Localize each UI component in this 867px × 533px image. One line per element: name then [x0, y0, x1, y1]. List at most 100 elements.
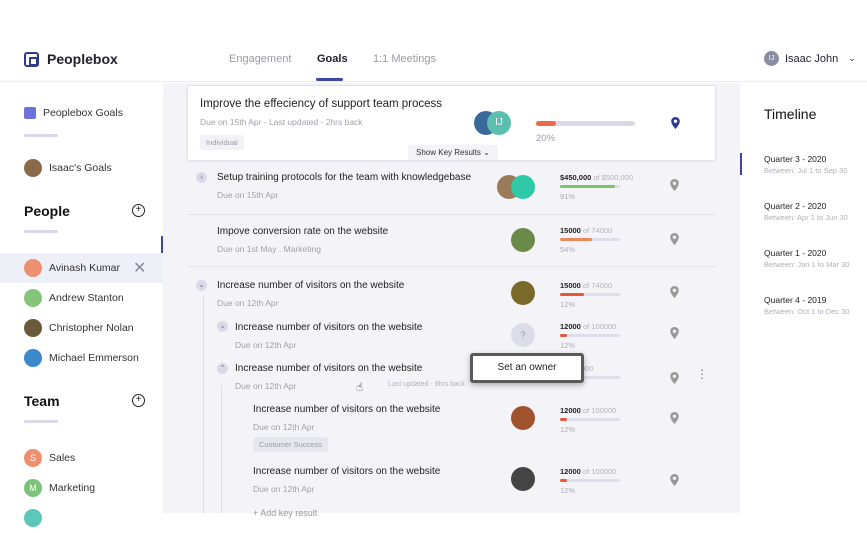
location-pin-icon[interactable]: [670, 372, 679, 384]
sidebar-item-my-goals[interactable]: Isaac's Goals: [24, 159, 112, 177]
kr-subtitle: Due on 12th Apr: [217, 298, 279, 308]
goal-card[interactable]: Improve the effeciency of support team p…: [187, 85, 716, 161]
kr-progress-bar: [560, 238, 620, 241]
kr-title: Increase number of visitors on the websi…: [217, 280, 405, 291]
kr-subtitle: Due on 12th Apr: [253, 484, 315, 494]
kr-progress-bar: [560, 185, 620, 188]
user-menu[interactable]: IJ Isaac John ⌄: [764, 51, 856, 66]
add-key-result-link[interactable]: + Add key result: [253, 508, 317, 518]
top-bar: Peoplebox Engagement Goals 1:1 Meetings …: [0, 0, 867, 82]
timeline-title: Timeline: [764, 106, 817, 122]
location-pin-icon[interactable]: [670, 474, 679, 486]
team-item[interactable]: M Marketing: [0, 473, 163, 503]
active-tab-indicator: [316, 78, 343, 81]
kr-percent: 12%: [560, 486, 576, 495]
team-heading: Team: [24, 393, 60, 409]
location-pin-icon[interactable]: [670, 286, 679, 298]
kr-percent: 12%: [560, 341, 576, 350]
person-name: Michael Emmerson: [49, 352, 139, 364]
kr-value: 12000 of 100000: [560, 467, 617, 476]
collapse-toggle-icon[interactable]: ⌄: [196, 280, 207, 291]
show-key-results-button[interactable]: Show Key Results ⌄: [408, 145, 498, 160]
location-pin-icon[interactable]: [670, 233, 679, 245]
active-quarter-indicator: [740, 153, 742, 175]
quarter-item[interactable]: Quarter 3 - 2020: [764, 154, 826, 164]
avatar: [24, 349, 42, 367]
kr-percent: 54%: [560, 245, 576, 254]
kr-value: 12000 of 100000: [560, 322, 617, 331]
team-name: Marketing: [49, 482, 96, 494]
expand-toggle-icon[interactable]: ›: [196, 172, 207, 183]
person-item[interactable]: Andrew Stanton: [0, 283, 163, 313]
kr-title: Setup training protocols for the team wi…: [217, 172, 472, 183]
quarter-range: Between: Oct 1 to Dec 30: [764, 307, 850, 316]
quarter-item[interactable]: Quarter 4 - 2019: [764, 295, 826, 305]
kr-title: Impove conversion rate on the website: [217, 226, 389, 237]
location-pin-icon[interactable]: [671, 117, 680, 129]
link-label: Isaac's Goals: [49, 162, 112, 174]
kr-progress-bar: [560, 418, 620, 421]
kr-subtitle: Due on 12th Apr: [235, 340, 297, 350]
unassigned-owner-avatar[interactable]: ?: [511, 323, 535, 347]
avatar: [24, 289, 42, 307]
sidebar-item-peoplebox-goals[interactable]: Peoplebox Goals: [24, 107, 123, 119]
team-avatar: M: [24, 479, 42, 497]
divider: [24, 420, 58, 423]
logo[interactable]: Peoplebox: [24, 51, 118, 67]
location-pin-icon[interactable]: [670, 179, 679, 191]
quarter-range: Between: Jan 1 to Mar 30: [764, 260, 850, 269]
owner-avatar: [511, 467, 535, 491]
kr-progress-fill: [560, 185, 615, 188]
tab-engagement[interactable]: Engagement: [229, 53, 291, 65]
kr-percent: 12%: [560, 425, 576, 434]
goal-progress-bar: [536, 121, 635, 126]
team-item[interactable]: [0, 503, 163, 533]
tab-meetings[interactable]: 1:1 Meetings: [373, 53, 436, 65]
people-heading: People: [24, 203, 70, 219]
kr-progress-fill: [560, 293, 584, 296]
close-icon[interactable]: ✕: [133, 258, 146, 278]
expand-toggle-icon[interactable]: ⌃: [217, 363, 228, 374]
person-item[interactable]: Michael Emmerson: [0, 343, 163, 373]
kr-subtitle: Due on 15th Apr: [217, 190, 279, 200]
org-icon: [24, 107, 36, 119]
kr-tag: Customer Success: [253, 437, 328, 452]
avatar: [24, 319, 42, 337]
person-item[interactable]: Christopher Nolan: [0, 313, 163, 343]
kr-title: Increase number of visitors on the websi…: [235, 322, 423, 333]
show-key-results-label: Show Key Results: [416, 148, 481, 157]
owner-avatar: [511, 175, 535, 199]
quarter-item[interactable]: Quarter 1 - 2020: [764, 248, 826, 258]
link-label: Peoplebox Goals: [43, 107, 123, 119]
quarter-range: Between: Jul 1 to Sep 30: [764, 166, 848, 175]
goal-subtitle: Due on 15th Apr - Last updated - 2hrs ba…: [200, 117, 363, 127]
add-team-button[interactable]: +: [132, 394, 145, 407]
kr-progress-fill: [560, 334, 568, 337]
key-result-row[interactable]: Impove conversion rate on the website Du…: [187, 215, 716, 267]
avatar: [24, 259, 42, 277]
add-person-button[interactable]: +: [132, 204, 145, 217]
key-result-row[interactable]: › Setup training protocols for the team …: [187, 163, 716, 215]
owner-avatar: [511, 406, 535, 430]
location-pin-icon[interactable]: [670, 327, 679, 339]
set-owner-tooltip[interactable]: Set an owner: [470, 353, 584, 383]
avatar: [24, 159, 42, 177]
key-result-group: ⌄ Increase number of visitors on the web…: [187, 267, 716, 513]
kr-subtitle: Due on 12th Apr: [253, 422, 315, 432]
tab-goals[interactable]: Goals: [317, 53, 348, 65]
user-avatar: IJ: [764, 51, 779, 66]
goal-tag: Individual: [200, 135, 244, 150]
team-item[interactable]: S Sales: [0, 443, 163, 473]
kr-subtitle: Due on 1st May . Marketing: [217, 244, 321, 254]
more-options-icon[interactable]: ⋮: [696, 368, 708, 380]
person-name: Christopher Nolan: [49, 322, 134, 334]
collapse-toggle-icon[interactable]: ⌄: [217, 321, 228, 332]
quarter-item[interactable]: Quarter 2 - 2020: [764, 201, 826, 211]
timeline-panel: Timeline Quarter 3 - 2020 Between: Jul 1…: [740, 83, 867, 513]
location-pin-icon[interactable]: [670, 412, 679, 424]
kr-last-updated: Last updated - 8hrs back: [388, 381, 466, 388]
kr-value: $450,000 of $500,000: [560, 173, 634, 182]
user-name: Isaac John: [785, 52, 839, 65]
kr-title: Increase number of visitors on the websi…: [253, 466, 441, 477]
owner-avatar: IJ: [487, 111, 511, 135]
